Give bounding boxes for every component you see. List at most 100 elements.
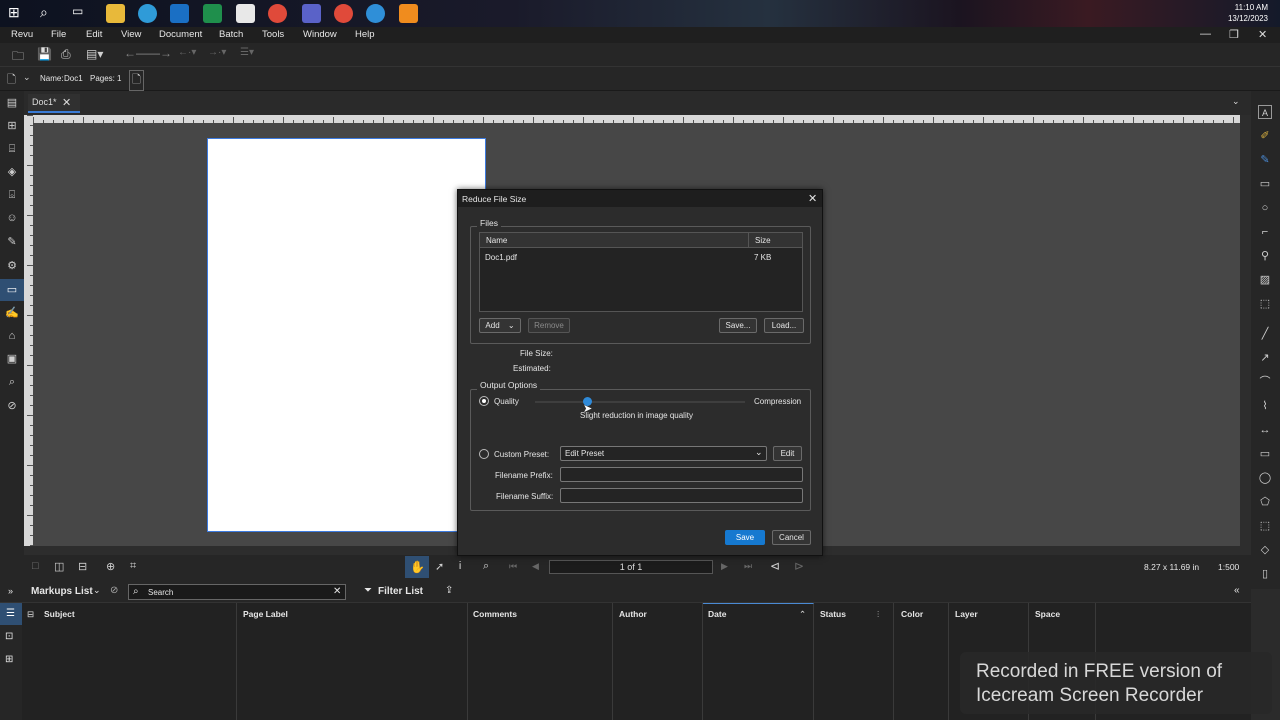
menu-file[interactable]: File [51,29,66,40]
filename-suffix-input[interactable] [560,488,803,503]
next-page-icon[interactable]: ▶ [721,561,728,572]
file-explorer-icon[interactable] [106,4,125,23]
links-icon[interactable]: ⊘ [5,399,19,413]
close-icon[interactable]: ✕ [1258,28,1267,41]
clipboard-icon[interactable]: ▤▾ [86,47,103,61]
split-horizontal-icon[interactable]: ⊟ [78,560,87,573]
form-icon[interactable]: ✎ [5,235,19,249]
task-view-icon[interactable]: ▭ [72,4,91,23]
add-button[interactable]: Add ⌄ [479,318,521,333]
outlook-icon[interactable] [170,4,189,23]
highlighter-icon[interactable]: ✐ [1258,129,1272,143]
save-button[interactable]: Save [725,530,765,545]
menu-document[interactable]: Document [159,29,202,40]
print-icon[interactable]: ⎙ [61,47,71,62]
polygon-icon[interactable]: ⬠ [1258,495,1272,509]
circle-icon[interactable]: ○ [1258,201,1272,215]
document-page[interactable] [207,138,486,532]
quality-radio[interactable] [479,396,489,406]
menu-batch[interactable]: Batch [219,29,243,40]
scale[interactable]: 1:500 [1218,562,1239,572]
taskbar-clock[interactable]: 11:10 AM 13/12/2023 [1228,2,1268,24]
dialog-title-bar[interactable]: Reduce File Size ✕ [458,190,822,207]
single-page-icon[interactable]: □ [32,560,39,572]
menu-view[interactable]: View [121,29,141,40]
ellipse-icon[interactable]: ◯ [1258,471,1272,485]
restore-icon[interactable]: ❐ [1229,28,1239,41]
header-comments[interactable]: Comments [473,609,517,619]
select-icon[interactable]: ➚ [435,560,444,573]
back-icon[interactable]: ⊲ [770,559,780,573]
bookmark-icon[interactable]: ⌸ [5,142,19,156]
document-icon[interactable]: 🗋 [7,71,16,90]
cloud-icon[interactable]: ⬚ [1258,519,1272,533]
arrow-start-icon[interactable]: ←·▾ [178,47,196,58]
report-icon[interactable]: ⊞ [5,654,13,665]
rectangle-icon[interactable]: ▭ [1258,447,1272,461]
table-row[interactable]: Doc1.pdf 7 KB [480,251,802,265]
image-icon[interactable]: ▨ [1258,273,1272,287]
eraser-icon[interactable]: ◇ [1258,543,1272,557]
signature-icon[interactable]: ✍ [5,306,19,320]
scroll-icon[interactable]: ▯ [1258,567,1272,581]
menu-tools[interactable]: Tools [262,29,284,40]
layers-icon[interactable]: ◈ [5,165,19,179]
store-icon[interactable] [236,4,255,23]
tag-icon[interactable]: ⌂ [5,329,19,343]
thumbnails-icon[interactable]: ▤ [5,96,19,110]
last-page-icon[interactable]: ⏭ [744,561,752,572]
save-icon[interactable]: 💾 [37,47,52,61]
preset-select[interactable]: Edit Preset ⌄ [560,446,767,461]
select-all-checkbox[interactable]: ⊟ [27,609,34,620]
studio-icon[interactable]: ☺ [5,211,19,225]
filter-icon[interactable]: ⏷ [364,585,372,596]
column-settings-icon[interactable]: ⫶ [877,609,879,620]
export-icon[interactable]: ⇪ [445,585,453,596]
callout-icon[interactable]: ▭ [1258,177,1272,191]
header-status[interactable]: Status [820,609,846,619]
hand-icon[interactable]: ✋ [410,560,425,574]
snapshot-icon[interactable]: ⬚ [1258,297,1272,311]
search-icon[interactable]: ⌕ [40,4,59,23]
split-vertical-icon[interactable]: ◫ [54,560,64,573]
polyline-icon[interactable]: ⌇ [1258,399,1272,413]
forward-icon[interactable]: ⊳ [794,559,804,573]
prev-page-icon[interactable]: ◀ [532,561,539,572]
header-space[interactable]: Space [1035,609,1060,619]
clear-icon[interactable]: ✕ [333,586,341,597]
header-date[interactable]: Date [708,609,726,619]
page-setup-icon[interactable]: 🗋 [129,70,144,91]
line-style-icon[interactable]: ←——→ [124,46,172,60]
filename-prefix-input[interactable] [560,467,803,482]
menu-window[interactable]: Window [303,29,337,40]
load-button[interactable]: Load... [764,318,804,333]
toolchest-icon[interactable]: ⌺ [5,188,19,202]
arrow-icon[interactable]: ↗ [1258,351,1272,365]
save-list-button[interactable]: Save... [719,318,757,333]
edge-icon[interactable] [366,4,385,23]
markups-title[interactable]: Markups List [31,586,93,597]
summary-icon[interactable]: ⊡ [5,631,13,642]
remove-button[interactable]: Remove [528,318,570,333]
line-weight-icon[interactable]: ☰▾ [240,47,254,58]
expand-icon[interactable]: » [8,586,13,596]
close-icon[interactable]: ✕ [808,192,817,205]
windows-icon[interactable]: ⊞ [8,4,27,23]
vertical-scrollbar[interactable] [1240,115,1251,546]
menu-edit[interactable]: Edit [86,29,102,40]
header-name[interactable]: Name [486,236,507,245]
page-indicator[interactable]: 1 of 1 [549,560,713,574]
zoom-icon[interactable]: ⌕ [483,560,489,573]
stamp-icon[interactable]: ▣ [5,352,19,366]
fit-icon[interactable]: ⌗ [130,560,136,573]
excel-icon[interactable] [203,4,222,23]
minimize-icon[interactable]: — [1200,28,1211,40]
edge-icon[interactable] [138,4,157,23]
header-page-label[interactable]: Page Label [243,609,288,619]
header-layer[interactable]: Layer [955,609,978,619]
chrome-icon[interactable] [268,4,287,23]
dimension-icon[interactable]: ↔ [1258,423,1272,437]
header-color[interactable]: Color [901,609,923,619]
chevron-down-icon[interactable]: ⌄ [1232,96,1240,107]
arc-icon[interactable]: ⌒ [1258,375,1272,389]
